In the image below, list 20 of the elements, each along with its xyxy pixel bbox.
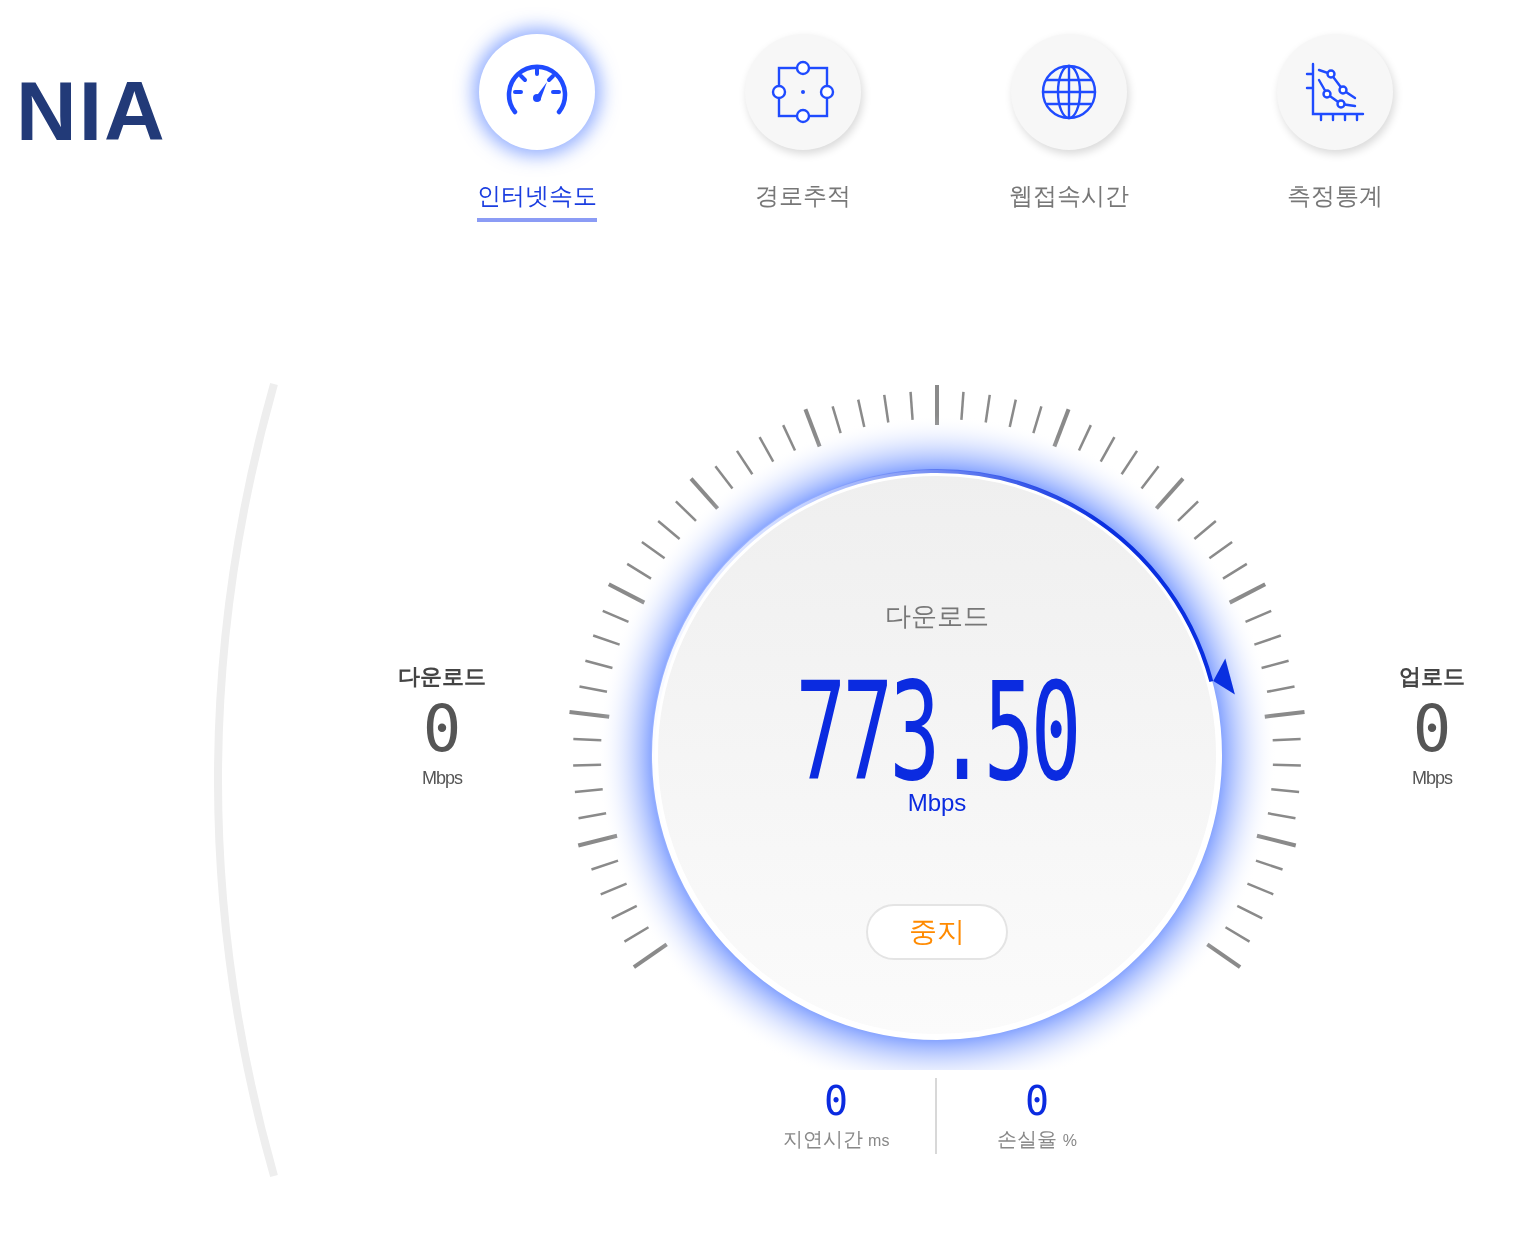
nav-tab[interactable]: 경로추적 [755, 178, 851, 222]
metric-label: 손실율 % [997, 1127, 1077, 1152]
metric-value: 0 [1024, 1078, 1050, 1124]
stat-label: 업로드 [1399, 663, 1465, 691]
speed-unit: Mbps [907, 788, 967, 818]
gauge-label: 다운로드 [885, 600, 989, 633]
nav-tab[interactable]: 인터넷속도 [477, 178, 597, 222]
stat-value: 0 [422, 693, 462, 765]
logo: NIA [16, 64, 167, 158]
metric-label: 지연시간 ms [782, 1127, 890, 1152]
metric-value: 0 [823, 1078, 849, 1124]
nav-tab[interactable]: 웹접속시간 [1009, 178, 1129, 222]
stat-unit: Mbps [422, 767, 462, 790]
stop-button[interactable]: 중지 [866, 904, 1008, 960]
stat-value: 0 [1412, 693, 1452, 765]
stat-unit: Mbps [1412, 767, 1452, 790]
stat-label: 다운로드 [398, 663, 486, 691]
speed-value: 773.50 [795, 676, 1079, 788]
tab-icon-button[interactable] [479, 34, 595, 150]
nav-tab[interactable]: 측정통계 [1287, 178, 1383, 222]
